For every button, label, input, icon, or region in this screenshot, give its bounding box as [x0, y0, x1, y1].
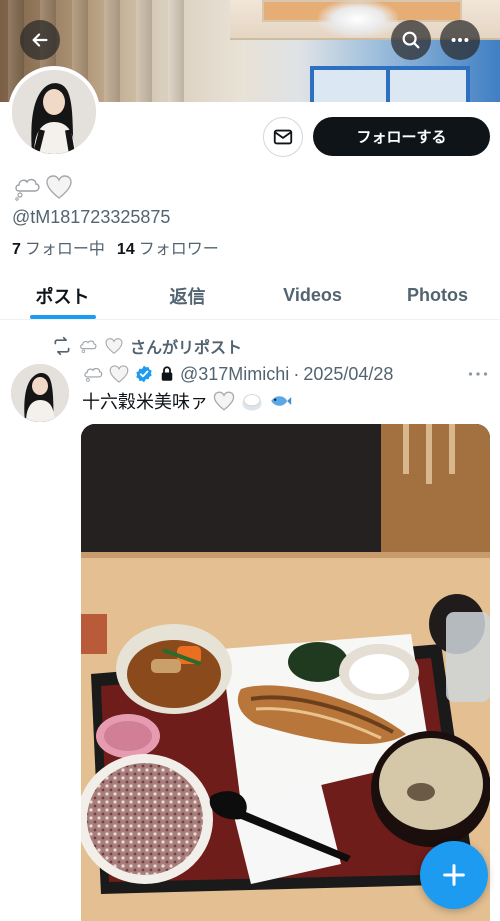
white-heart-icon: [213, 391, 235, 411]
arrow-left-icon: [32, 33, 48, 47]
white-heart-icon: [105, 338, 123, 355]
tab-replies[interactable]: 返信: [125, 272, 250, 319]
repost-indicator[interactable]: さんがリポスト: [52, 335, 242, 357]
rice-ball-icon: [242, 394, 262, 411]
fish-icon: [271, 396, 292, 406]
following-count: 7: [12, 241, 21, 258]
thought-balloon-icon: [15, 178, 40, 201]
tab-photos[interactable]: Photos: [375, 272, 500, 319]
repost-icon: [54, 336, 70, 356]
banner-curtain: [104, 0, 120, 102]
tab-posts[interactable]: ポスト: [0, 272, 125, 319]
profile-avatar[interactable]: [8, 66, 100, 158]
repost-text: さんがリポスト: [130, 340, 243, 357]
post-header: @317Mimichi · 2025/04/28: [82, 362, 393, 386]
profile-handle: @tM181723325875: [12, 207, 171, 227]
more-button[interactable]: [440, 20, 480, 60]
more-horizontal-icon: [468, 372, 488, 376]
post-text-body: 十六穀米美味ァ: [82, 392, 208, 412]
post-more-button[interactable]: [466, 364, 490, 384]
following-label: フォロー中: [24, 241, 105, 258]
message-button[interactable]: [263, 117, 303, 157]
followers-count: 14: [116, 241, 135, 258]
search-icon: [402, 31, 420, 49]
avatar-image: [12, 70, 96, 154]
post-author-avatar[interactable]: [11, 364, 69, 422]
follow-button[interactable]: フォローする: [313, 117, 490, 156]
banner-chandelier: [318, 0, 398, 38]
banner-window-frame: [386, 66, 390, 102]
followers-label: フォロワー: [138, 241, 219, 258]
plus-icon: [443, 864, 465, 886]
envelope-icon: [273, 129, 293, 145]
food-photo: [81, 424, 490, 921]
tab-videos[interactable]: Videos: [250, 272, 375, 319]
follow-stats: 7 フォロー中 14 フォロワー: [12, 235, 219, 259]
more-horizontal-icon: [451, 37, 469, 43]
following-link[interactable]: 7 フォロー中: [12, 235, 105, 259]
display-name: [12, 172, 74, 202]
banner-curtain: [168, 0, 184, 102]
thought-balloon-icon: [80, 340, 97, 354]
banner-window: [310, 66, 470, 102]
banner-curtain: [136, 0, 152, 102]
white-heart-icon: [109, 365, 129, 383]
verified-badge-icon: [136, 365, 152, 383]
post-date[interactable]: 2025/04/28: [303, 364, 393, 385]
compose-post-button[interactable]: [420, 841, 488, 909]
lock-icon: [161, 366, 173, 381]
back-button[interactable]: [20, 20, 60, 60]
profile-tabs: ポスト 返信 Videos Photos: [0, 272, 500, 320]
post-text: 十六穀米美味ァ: [82, 389, 292, 413]
post-separator: ·: [293, 363, 300, 384]
thought-balloon-icon: [84, 367, 103, 382]
post-image[interactable]: [81, 424, 490, 921]
search-button[interactable]: [391, 20, 431, 60]
post-author-handle[interactable]: @317Mimichi: [180, 364, 289, 385]
followers-link[interactable]: 14 フォロワー: [117, 235, 219, 259]
white-heart-icon: [46, 175, 72, 199]
